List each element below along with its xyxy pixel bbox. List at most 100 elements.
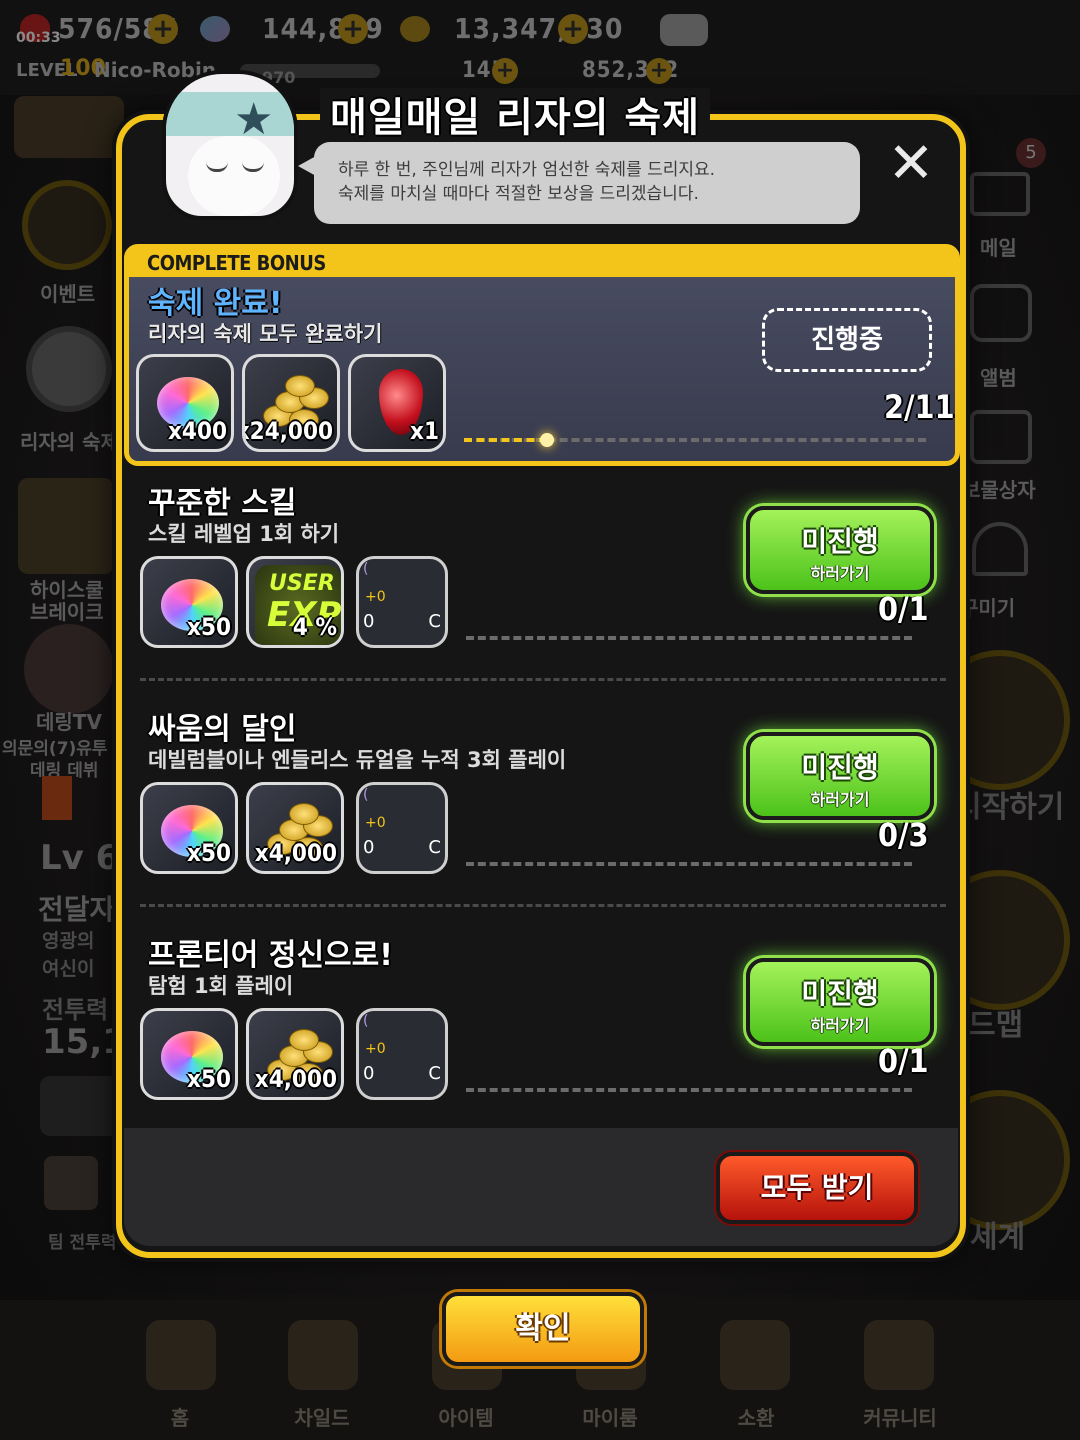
slot-right: C	[428, 611, 441, 632]
reward-qty: x1	[410, 417, 439, 445]
complete-bonus-title: 숙제 완료!	[148, 286, 283, 321]
reward-slot[interactable]: x50	[140, 556, 238, 648]
nav-child-label: 차일드	[294, 1406, 350, 1430]
quest-progress: 0/1	[878, 590, 929, 628]
power-label: 전투력	[42, 996, 109, 1024]
reward-qty: 4 %	[292, 613, 337, 641]
go-button-label: 미진행	[801, 977, 879, 1010]
tv-label: 데링TV	[36, 710, 102, 734]
bubble-line-1: 하루 한 번, 주인님께 리자가 엄선한 숙제를 드리지요.	[338, 160, 716, 180]
complete-bonus-tab: COMPLETE BONUS	[129, 249, 955, 277]
mail-label: 메일	[980, 236, 1017, 260]
decorate-icon[interactable]	[972, 522, 1028, 576]
chat-icon[interactable]	[660, 14, 708, 46]
go-button-label: 미진행	[801, 525, 879, 558]
quest-progress-track	[466, 862, 912, 866]
reward-slot[interactable]: x24,000	[242, 354, 340, 452]
nav-community-label: 커뮤니티	[863, 1406, 937, 1430]
glory-line-1: 영광의	[42, 930, 95, 952]
gold-icon	[400, 16, 430, 42]
glory-line-2: 여신이	[42, 958, 95, 980]
quest-title: 꾸준한 스킬	[148, 486, 297, 521]
slot-plus: +0	[365, 1041, 386, 1057]
slot-plus: +0	[365, 815, 386, 831]
highschool-label-2: 브레이크	[30, 600, 104, 624]
quest-title: 싸움의 달인	[148, 712, 297, 747]
map-label: 드맵	[968, 1008, 1024, 1043]
moon-icon: (	[363, 561, 369, 577]
event-label: 이벤트	[40, 282, 96, 306]
reward-qty: x400	[168, 417, 227, 445]
quest-progress: 0/1	[878, 1042, 929, 1080]
reward-slot[interactable]: ( +0 0 C	[356, 782, 448, 874]
go-button[interactable]: 미진행하러가기	[746, 732, 934, 820]
moon-icon: (	[363, 1013, 369, 1029]
quest-separator	[140, 678, 946, 681]
go-button-sub: 하러가기	[810, 790, 870, 809]
nav-home-icon[interactable]	[146, 1320, 216, 1390]
speech-bubble: 하루 한 번, 주인님께 리자가 엄선한 숙제를 드리지요. 숙제를 마치실 때…	[298, 142, 860, 224]
reward-qty: x24,000	[242, 417, 333, 445]
nav-home-label: 홈	[170, 1406, 190, 1430]
go-button-sub: 하러가기	[810, 1016, 870, 1035]
add-hearts-button[interactable]: +	[148, 14, 178, 44]
receive-all-button[interactable]: 모두 받기	[716, 1152, 918, 1224]
highschool-icon[interactable]	[18, 478, 114, 574]
decorate-label: 꾸미기	[960, 596, 1016, 620]
reward-qty: x50	[187, 839, 231, 867]
quest-progress-track	[466, 1088, 912, 1092]
status-time: 00:33	[16, 30, 61, 46]
start-label: 시작하기	[954, 790, 1065, 825]
treasure-icon[interactable]	[970, 410, 1032, 464]
mail-icon[interactable]	[970, 172, 1030, 216]
nav-community-icon[interactable]	[864, 1320, 934, 1390]
add-stat1-button[interactable]: +	[492, 58, 518, 84]
reward-slot[interactable]: x50	[140, 782, 238, 874]
labyrinth-banner[interactable]	[14, 96, 124, 158]
search-icon[interactable]	[40, 1076, 120, 1136]
reward-qty: x50	[187, 1065, 231, 1093]
quest-desc: 탐험 1회 플레이	[148, 974, 294, 998]
treasure-label: 보물상자	[962, 478, 1036, 502]
in-progress-badge: 진행중	[762, 308, 932, 372]
event-icon[interactable]	[22, 180, 112, 270]
reward-slot[interactable]: x50	[140, 1008, 238, 1100]
quest-title: 프론티어 정신으로!	[148, 938, 393, 973]
class-badge	[42, 776, 72, 820]
reward-slot[interactable]: (+0 0 C	[356, 556, 448, 648]
add-gems-button[interactable]: +	[338, 14, 368, 44]
slot-right: C	[428, 837, 441, 858]
nav-item-label: 아이템	[438, 1406, 494, 1430]
mission-label: 전달자	[38, 893, 116, 926]
reward-slot[interactable]: x4,000	[246, 1008, 344, 1100]
quest-separator	[140, 904, 946, 907]
album-icon[interactable]	[970, 284, 1032, 342]
bubble-line-2: 숙제를 마치실 때마다 적절한 보상을 드리겠습니다.	[338, 184, 699, 204]
reward-slot[interactable]: x400	[136, 354, 234, 452]
reward-slot[interactable]: x4,000	[246, 782, 344, 874]
reward-slot[interactable]: x1	[348, 354, 446, 452]
nav-child-icon[interactable]	[288, 1320, 358, 1390]
moon-icon: (	[363, 787, 369, 803]
go-button[interactable]: 미진행하러가기	[746, 958, 934, 1046]
slot-left: 0	[363, 611, 375, 632]
homework-icon[interactable]	[26, 326, 112, 412]
go-button-label: 미진행	[801, 751, 879, 784]
reward-slot[interactable]: (+0 0 C	[356, 1008, 448, 1100]
add-stat2-button[interactable]: +	[646, 58, 672, 84]
slot-left: 0	[363, 1063, 375, 1084]
close-icon[interactable]: ✕	[886, 136, 936, 192]
nav-summon-icon[interactable]	[720, 1320, 790, 1390]
tv-avatar[interactable]	[24, 624, 114, 714]
reward-qty: x4,000	[254, 1065, 337, 1093]
complete-bonus-desc: 리자의 숙제 모두 완료하기	[148, 322, 383, 346]
album-label: 앨범	[980, 366, 1017, 390]
go-button[interactable]: 미진행 하러가기	[746, 506, 934, 594]
mail-badge: 5	[1016, 138, 1046, 168]
add-gold-button[interactable]: +	[558, 14, 588, 44]
confirm-button[interactable]: 확인	[442, 1292, 644, 1366]
dialog-title: 매일매일 리자의 숙제	[320, 88, 710, 148]
slot-left: 0	[363, 837, 375, 858]
reward-slot[interactable]: USER EXP 4 %	[246, 556, 344, 648]
nav-myroom-label: 마이룸	[582, 1406, 638, 1430]
